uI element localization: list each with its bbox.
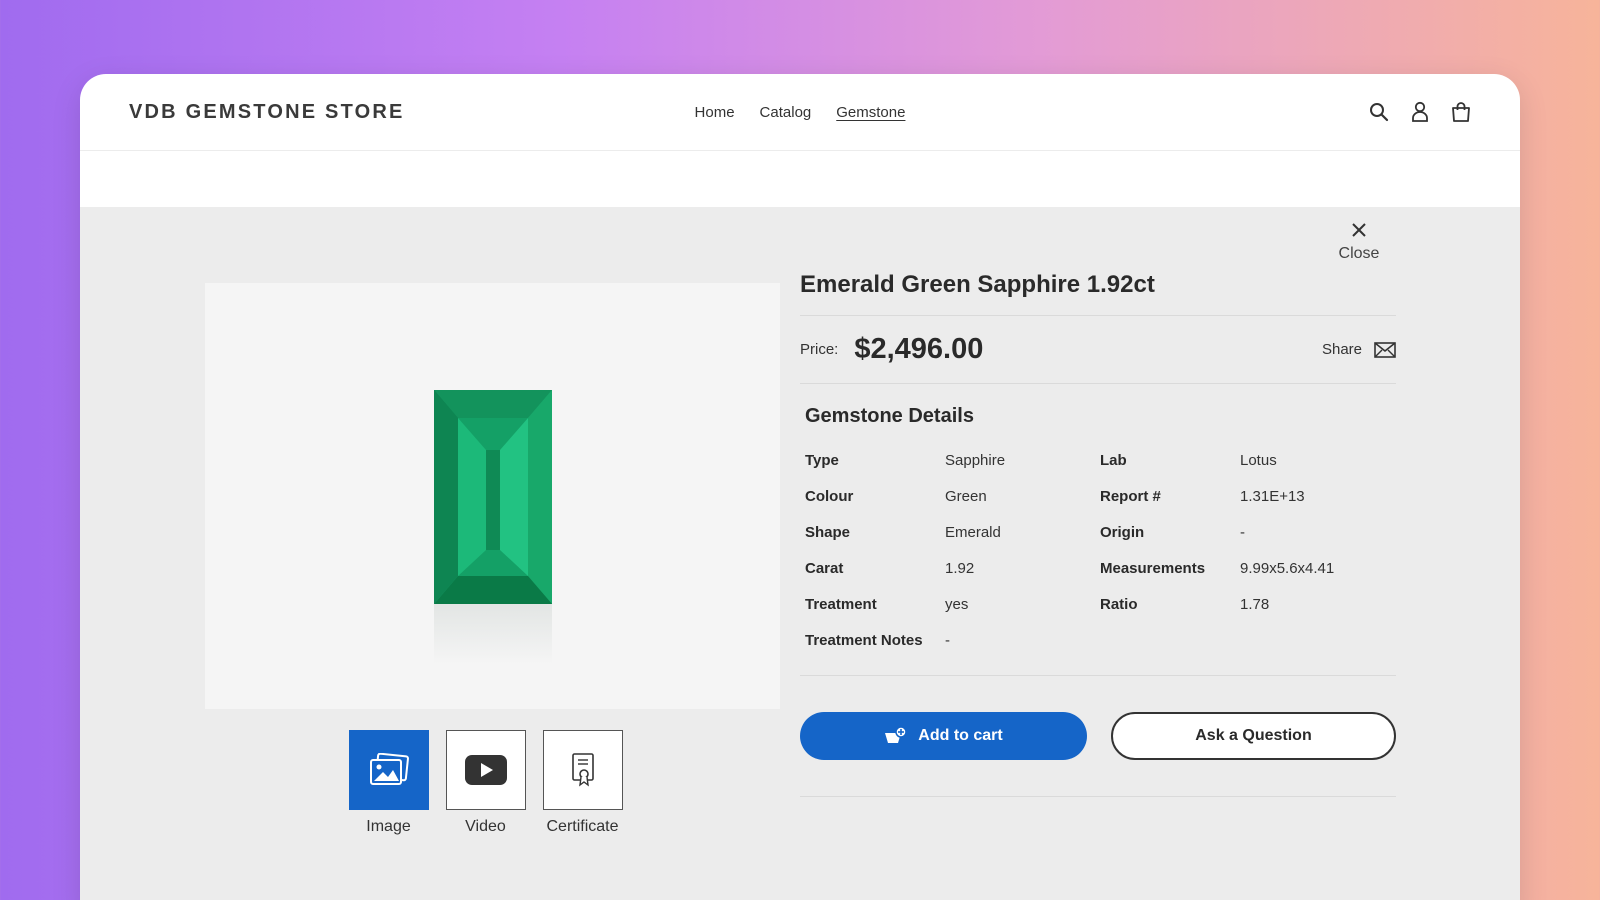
media-tab-certificate[interactable]: Certificate: [542, 730, 623, 836]
spec-value: Emerald: [945, 524, 1001, 541]
add-to-cart-label: Add to cart: [918, 727, 1003, 744]
spec-value: 1.78: [1240, 596, 1270, 613]
spec-key: Shape: [805, 524, 851, 541]
spec-key: Lab: [1100, 452, 1127, 469]
spec-key: Ratio: [1100, 596, 1138, 613]
gemstone-image: [434, 390, 552, 604]
browser-window: VDB GEMSTONE STORE Home Catalog Gemstone…: [80, 74, 1520, 900]
ask-question-button[interactable]: Ask a Question: [1111, 712, 1396, 760]
image-icon: [369, 753, 409, 785]
close-button[interactable]: Close: [1334, 221, 1384, 263]
close-icon: [1352, 223, 1366, 237]
page-spacer: [80, 151, 1520, 207]
product-title: Emerald Green Sapphire 1.92ct: [800, 271, 1396, 316]
store-logo[interactable]: VDB GEMSTONE STORE: [129, 101, 405, 124]
spec-key: Treatment: [805, 596, 877, 613]
certificate-icon: [571, 753, 594, 787]
spec-value: 1.92: [945, 560, 975, 577]
product-actions: Add to cart Ask a Question: [800, 712, 1396, 797]
search-icon[interactable]: [1368, 101, 1390, 123]
share-button[interactable]: Share: [1322, 341, 1396, 358]
media-tab-label: Image: [366, 818, 411, 835]
media-tab-box: [348, 730, 429, 810]
add-to-cart-button[interactable]: Add to cart: [800, 712, 1087, 760]
video-play-icon: [464, 755, 507, 785]
spec-key: Type: [805, 452, 839, 469]
spec-value: -: [945, 632, 950, 649]
ask-question-label: Ask a Question: [1195, 727, 1312, 744]
spec-value: yes: [945, 596, 969, 613]
cart-icon[interactable]: [1450, 101, 1472, 123]
spec-value: 9.99x5.6x4.41: [1240, 560, 1335, 577]
spec-value: Lotus: [1240, 452, 1277, 469]
mail-icon: [1374, 341, 1396, 358]
spec-key: Report #: [1100, 488, 1161, 505]
product-details: Emerald Green Sapphire 1.92ct Price: $2,…: [800, 271, 1396, 797]
gemstone-reflection: [434, 604, 552, 664]
media-tab-image[interactable]: Image: [348, 730, 429, 836]
spec-value: -: [1240, 524, 1245, 541]
price-label: Price:: [800, 341, 839, 358]
header-icons: [1368, 101, 1472, 123]
price-row: Price: $2,496.00 Share: [800, 316, 1396, 384]
gemstone-specs: Type Sapphire Lab Lotus Colour Green Rep…: [800, 451, 1396, 676]
site-header: VDB GEMSTONE STORE Home Catalog Gemstone: [80, 74, 1520, 151]
share-label: Share: [1321, 341, 1362, 358]
product-media[interactable]: [205, 283, 780, 709]
media-tab-box: [445, 730, 526, 810]
nav-gemstone[interactable]: Gemstone: [836, 104, 905, 121]
product-price: $2,496.00: [854, 333, 984, 365]
spec-key: Carat: [805, 560, 844, 577]
quick-view-modal: Close Image Video Certificate Emerald Gr…: [80, 207, 1520, 900]
media-tabs: Image Video Certificate: [348, 730, 623, 836]
media-tab-video[interactable]: Video: [445, 730, 526, 836]
account-icon[interactable]: [1409, 101, 1431, 123]
nav-catalog[interactable]: Catalog: [760, 104, 812, 121]
media-tab-label: Video: [465, 818, 506, 835]
gemstone-details-heading: Gemstone Details: [805, 405, 974, 427]
spec-value: Sapphire: [945, 452, 1006, 469]
nav-home[interactable]: Home: [695, 104, 735, 121]
spec-key: Treatment Notes: [805, 632, 923, 649]
media-tab-label: Certificate: [546, 818, 619, 835]
spec-key: Origin: [1100, 524, 1145, 541]
close-label: Close: [1338, 245, 1380, 262]
media-tab-box: [542, 730, 623, 810]
spec-value: Green: [945, 488, 987, 505]
cart-add-icon: [885, 726, 908, 743]
spec-key: Measurements: [1100, 560, 1206, 577]
spec-key: Colour: [805, 488, 854, 505]
spec-value: 1.31E+13: [1240, 488, 1305, 505]
